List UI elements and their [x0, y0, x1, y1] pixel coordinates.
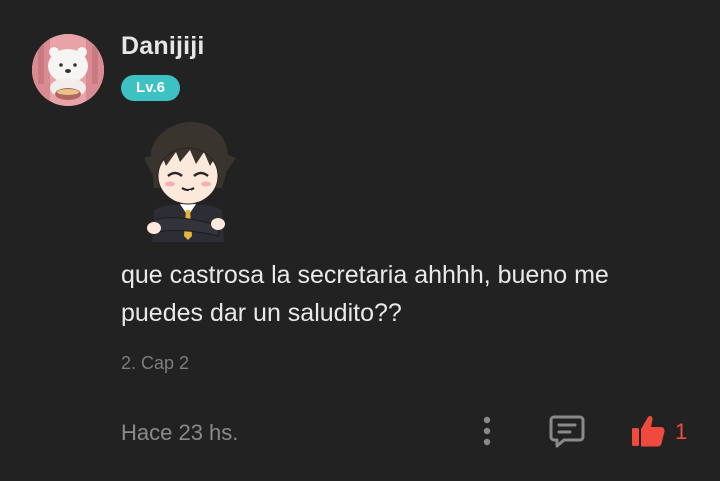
- comment-message-line: que castrosa la secretaria ahhhh, bueno …: [121, 261, 609, 289]
- anime-boy-sticker: [134, 118, 238, 242]
- comment-card: Danijiji Lv.6 que castrosa la secretaria…: [0, 0, 720, 481]
- like-count: 1: [675, 419, 688, 444]
- more-options-button[interactable]: [474, 413, 500, 449]
- reply-button[interactable]: [548, 412, 586, 450]
- thumbs-up-icon: [632, 415, 665, 447]
- username[interactable]: Danijiji: [121, 32, 205, 61]
- comment-reply-icon: [549, 415, 585, 448]
- level-badge: Lv.6: [121, 75, 180, 101]
- comment-message-line: puedes dar un saludito??: [121, 299, 402, 327]
- like-button[interactable]: 1: [628, 412, 696, 450]
- comment-timestamp: Hace 23 hs.: [121, 420, 239, 445]
- bear-avatar-image: [32, 34, 104, 106]
- chapter-reference[interactable]: 2. Cap 2: [121, 353, 189, 374]
- comment-message: que castrosa la secretaria ahhhh, bueno …: [121, 256, 701, 332]
- more-vertical-icon: [483, 416, 491, 446]
- user-avatar[interactable]: [32, 34, 104, 106]
